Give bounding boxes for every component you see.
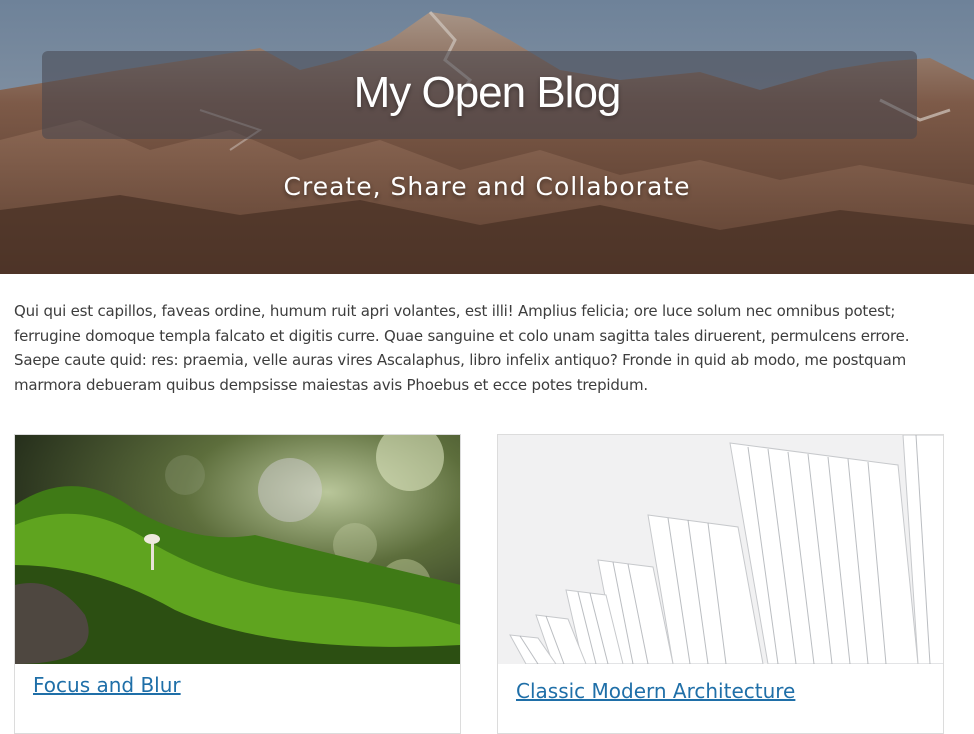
white-architecture-photo[interactable] — [498, 435, 943, 664]
post-title-link[interactable]: Classic Modern Architecture — [516, 679, 795, 703]
site-title[interactable]: My Open Blog — [0, 68, 974, 118]
post-card[interactable]: Focus and Blur — [14, 434, 461, 734]
hero-banner: My Open Blog Create, Share and Collabora… — [0, 0, 974, 274]
moss-mushroom-photo[interactable] — [15, 435, 460, 664]
post-card[interactable]: Classic Modern Architecture — [497, 434, 944, 734]
intro-paragraph: Qui qui est capillos, faveas ordine, hum… — [14, 302, 910, 394]
site-tagline: Create, Share and Collaborate — [283, 172, 691, 201]
post-title-link[interactable]: Focus and Blur — [33, 673, 181, 697]
